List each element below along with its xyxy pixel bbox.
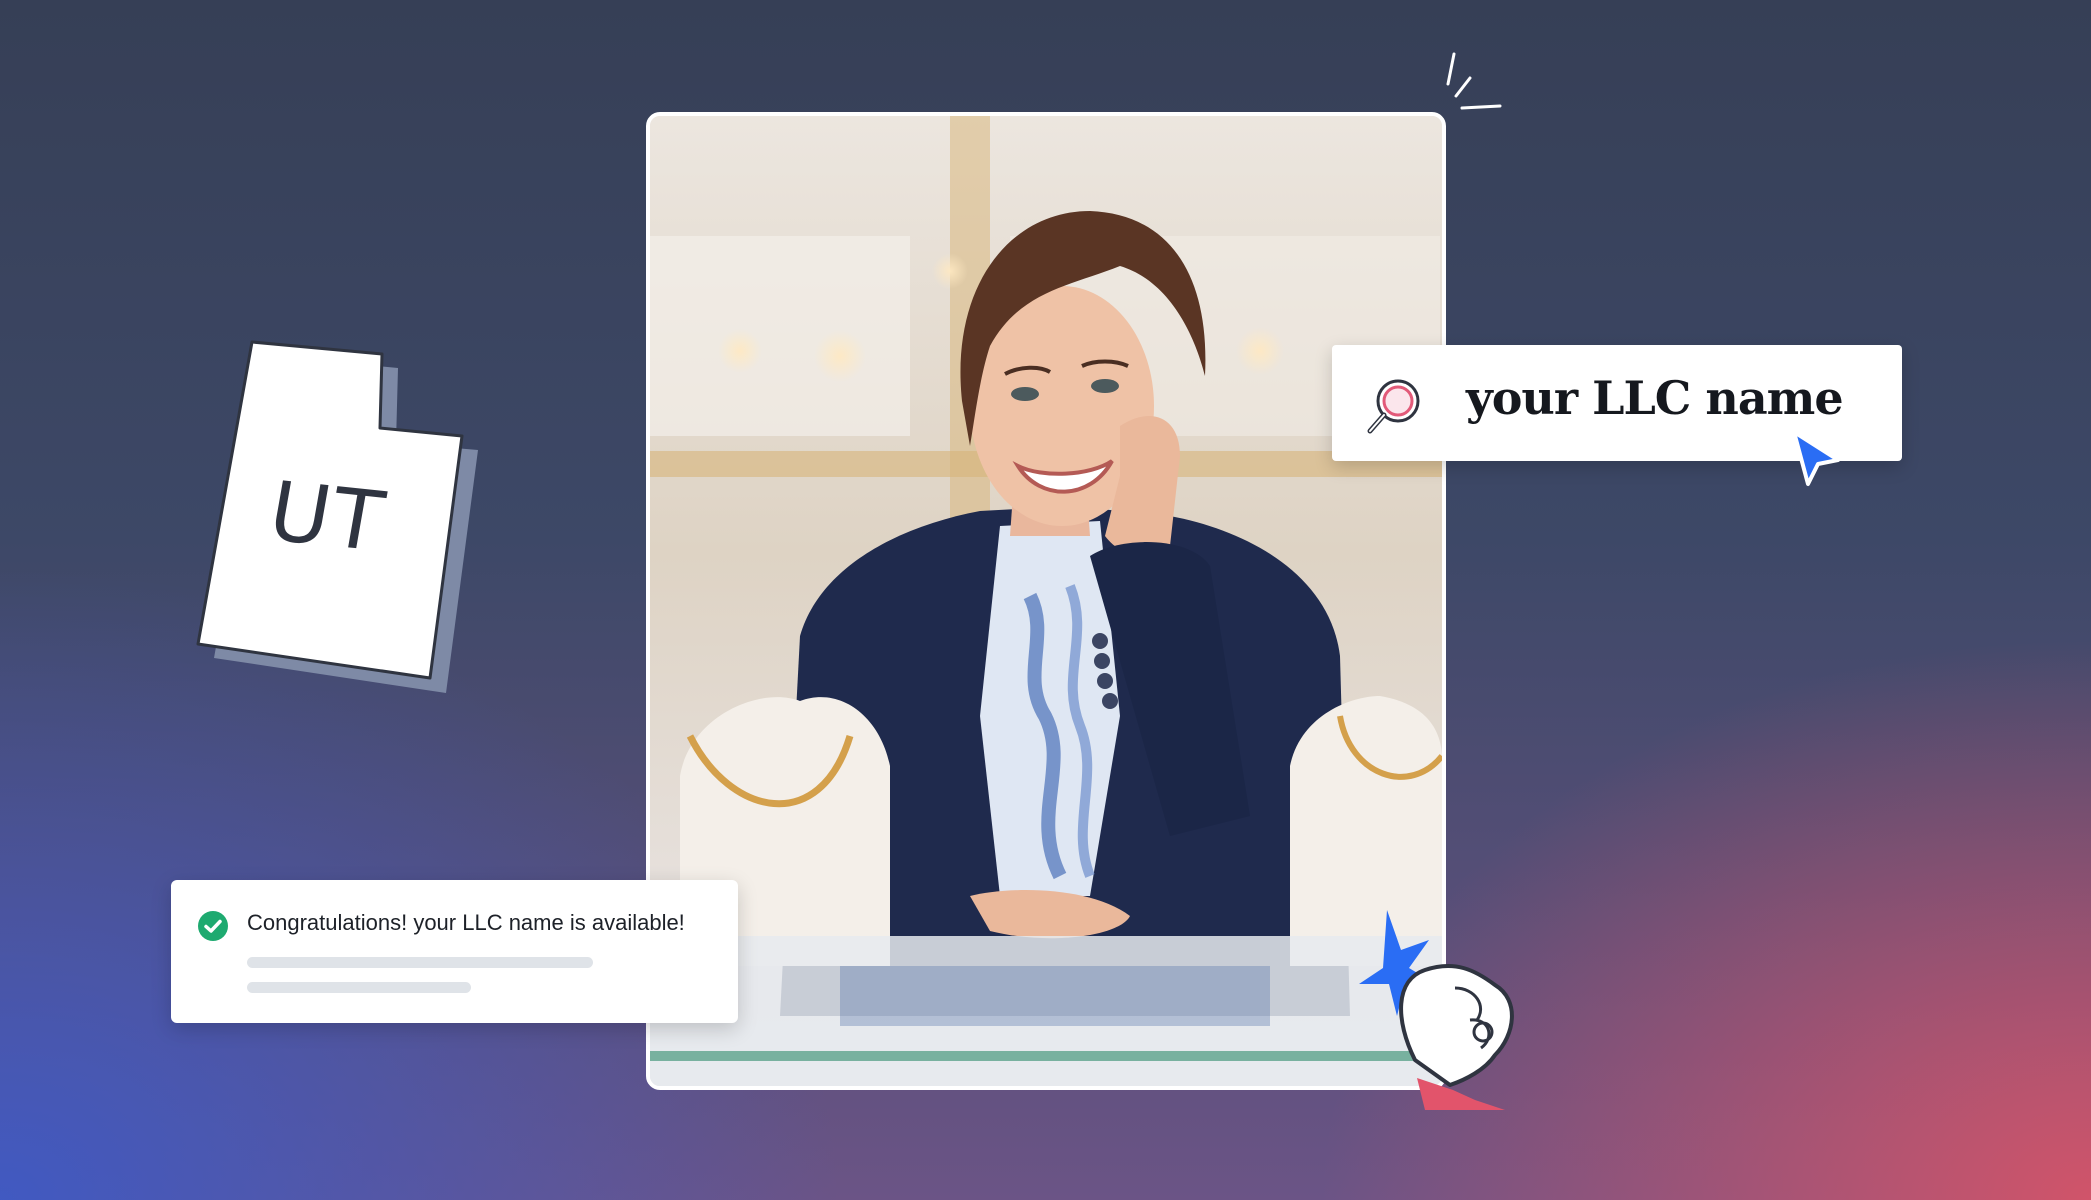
- woman-jeweler-photo: [650, 116, 1442, 1086]
- photo-card: [646, 112, 1446, 1090]
- search-icon: [1367, 379, 1420, 434]
- cursor-icon: [1792, 430, 1840, 486]
- search-query[interactable]: your LLC name: [1466, 371, 1844, 425]
- sparkle-lines-icon: [1446, 52, 1502, 110]
- check-icon: [198, 911, 228, 941]
- state-label: UT: [262, 464, 393, 571]
- hand-icon: [1359, 910, 1514, 1110]
- placeholder-line: [247, 957, 593, 968]
- placeholder-line: [247, 982, 471, 993]
- utah-state-badge: UT: [190, 330, 490, 700]
- availability-notification: Congratulations! your LLC name is availa…: [171, 880, 738, 1023]
- notification-message: Congratulations! your LLC name is availa…: [247, 910, 685, 935]
